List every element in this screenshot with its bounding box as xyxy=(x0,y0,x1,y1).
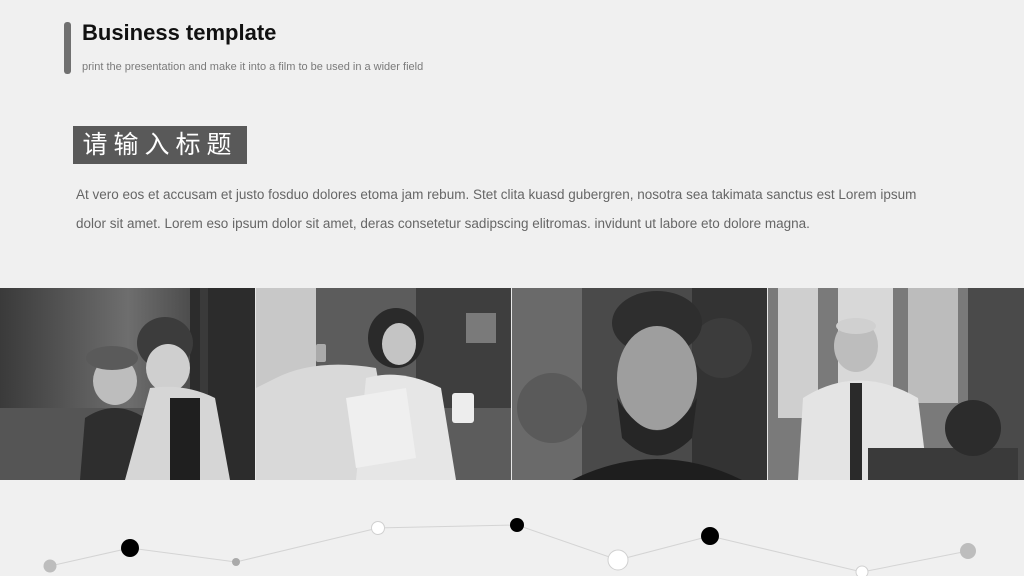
photo-children xyxy=(0,288,256,480)
network-dot xyxy=(510,518,524,532)
network-dot xyxy=(371,521,385,535)
network-dot xyxy=(232,558,240,566)
page-title: Business template xyxy=(82,20,277,45)
decorative-network-line xyxy=(43,518,976,576)
network-dot xyxy=(701,527,719,545)
page-subtitle: print the presentation and make it into … xyxy=(82,61,424,73)
photo-bearded-man xyxy=(512,288,768,480)
network-dot xyxy=(960,543,976,559)
network-dot xyxy=(121,539,139,557)
network-dot xyxy=(43,559,57,573)
photo-woman-phone xyxy=(256,288,512,480)
title-accent-bar xyxy=(64,22,71,74)
photo-strip xyxy=(0,288,1024,480)
section-heading: 请输入标题 xyxy=(73,126,247,164)
photo-older-man xyxy=(768,288,1024,480)
section-body-text: At vero eos et accusam et justo fosduo d… xyxy=(76,187,917,231)
network-dot xyxy=(855,565,869,576)
network-dot xyxy=(607,549,629,571)
